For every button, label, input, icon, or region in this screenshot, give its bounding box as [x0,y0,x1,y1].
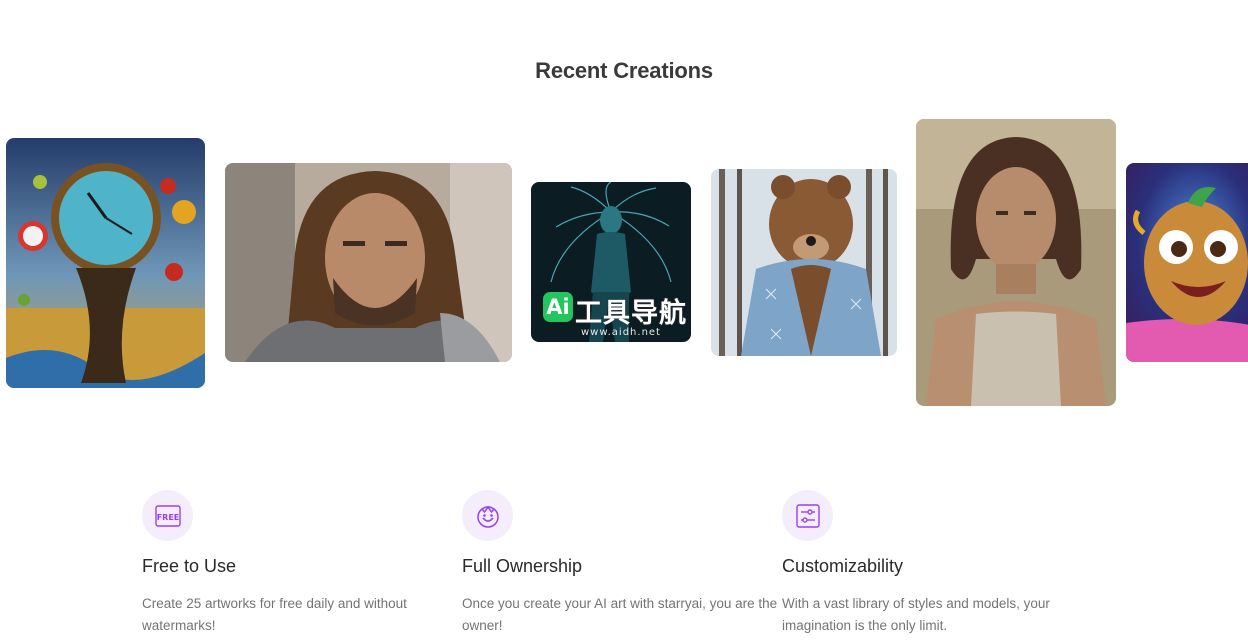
free-icon: FREE [142,490,193,541]
svg-text:FREE: FREE [156,513,179,522]
feature-full-ownership: Full Ownership Once you create your AI a… [462,490,782,637]
gallery-image-bear-jacket[interactable] [711,169,897,356]
feature-description: Once you create your AI art with starrya… [462,596,778,633]
watermark-text: 工具导航 [575,298,687,329]
gallery-image-warrior-portrait[interactable] [225,163,512,362]
gallery-image-melting-clock[interactable] [6,138,205,388]
gallery-image-cartoon-potato[interactable] [1126,163,1248,362]
feature-description: Create 25 artworks for free daily and wi… [142,596,407,633]
feature-description: With a vast library of styles and models… [782,596,1050,633]
feature-title: Free to Use [142,556,237,576]
feature-title: Full Ownership [462,556,583,576]
section-title: Recent Creations [535,58,713,83]
gallery-image-woman-portrait[interactable] [916,119,1116,406]
sliders-icon [782,490,833,541]
smiley-crown-icon [462,490,513,541]
feature-customizability: Customizability With a vast library of s… [782,490,1102,637]
watermark-badge: Ai [543,292,573,322]
watermark-url: www.aidh.net [581,327,661,338]
gallery-image-ice-spirit[interactable]: Ai 工具导航 www.aidh.net [531,182,691,342]
watermark: Ai 工具导航 www.aidh.net [543,292,691,340]
feature-free-to-use: FREE Free to Use Create 25 artworks for … [142,490,462,637]
feature-title: Customizability [782,556,904,576]
